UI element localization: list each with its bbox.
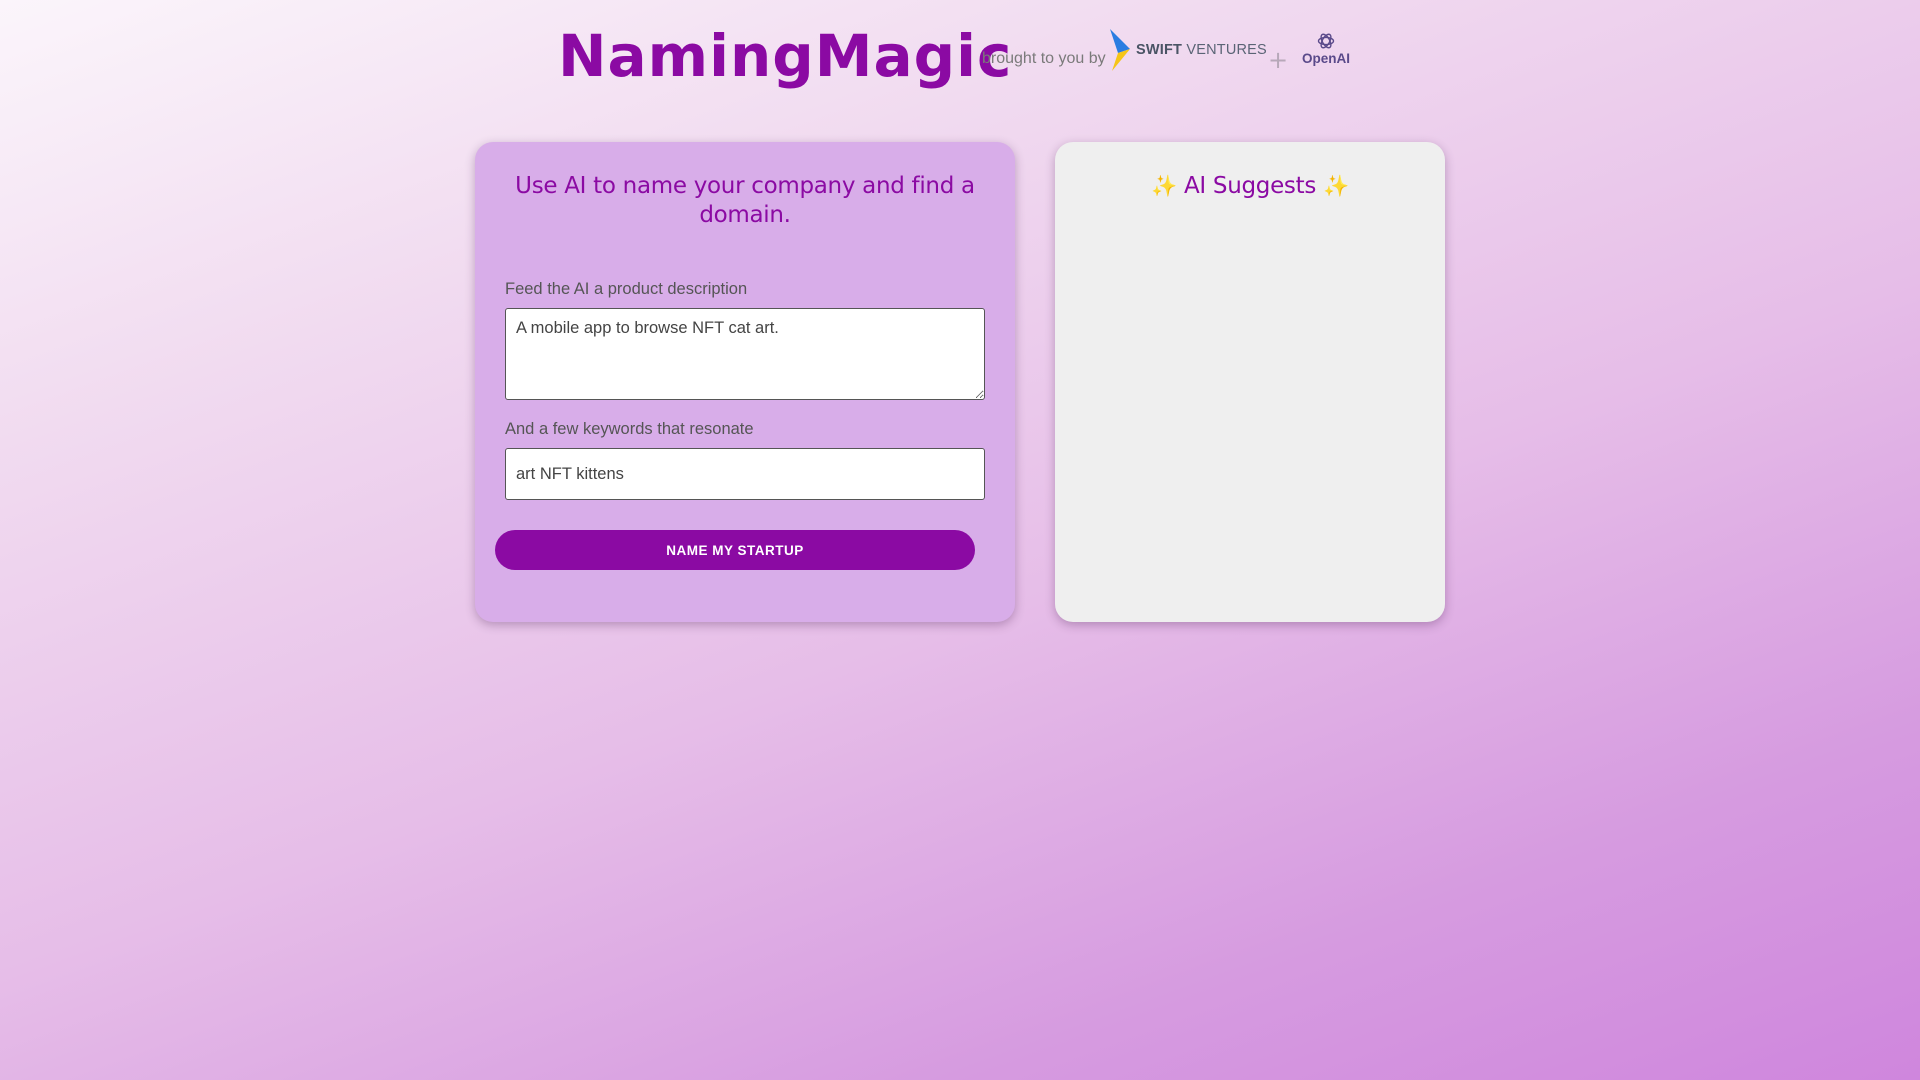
form-card-title: Use AI to name your company and find a d… bbox=[515, 173, 975, 228]
openai-logo-icon bbox=[1317, 33, 1335, 49]
form-card: Use AI to name your company and find a d… bbox=[475, 142, 1015, 622]
results-title-text: AI Suggests bbox=[1183, 173, 1317, 199]
sparkle-icon: ✨ bbox=[1151, 174, 1177, 198]
openai-wordmark: OpenAI bbox=[1301, 51, 1350, 66]
name-my-startup-button[interactable]: NAME MY STARTUP bbox=[495, 530, 975, 570]
results-card: ✨ AI Suggests ✨ bbox=[1055, 142, 1445, 622]
plus-separator: + bbox=[1268, 46, 1289, 74]
swift-ventures-logo-icon bbox=[1110, 29, 1130, 71]
brand-title[interactable]: NamingMagic bbox=[558, 22, 1012, 90]
header: NamingMagic brought to you by SWIFT VENT… bbox=[0, 18, 1920, 98]
keywords-label: And a few keywords that resonate bbox=[505, 420, 754, 438]
brought-by-text: brought to you by bbox=[982, 50, 1106, 67]
sparkle-icon: ✨ bbox=[1323, 174, 1349, 198]
keywords-input[interactable] bbox=[505, 448, 985, 500]
description-textarea[interactable]: A mobile app to browse NFT cat art. bbox=[505, 308, 985, 400]
results-card-title: ✨ AI Suggests ✨ bbox=[1055, 172, 1445, 201]
swift-ventures-logo[interactable]: SWIFT VENTURES bbox=[1110, 28, 1267, 72]
openai-logo[interactable]: OpenAI bbox=[1298, 32, 1354, 66]
swift-ventures-wordmark: SWIFT VENTURES bbox=[1136, 42, 1267, 58]
description-label: Feed the AI a product description bbox=[505, 280, 748, 298]
